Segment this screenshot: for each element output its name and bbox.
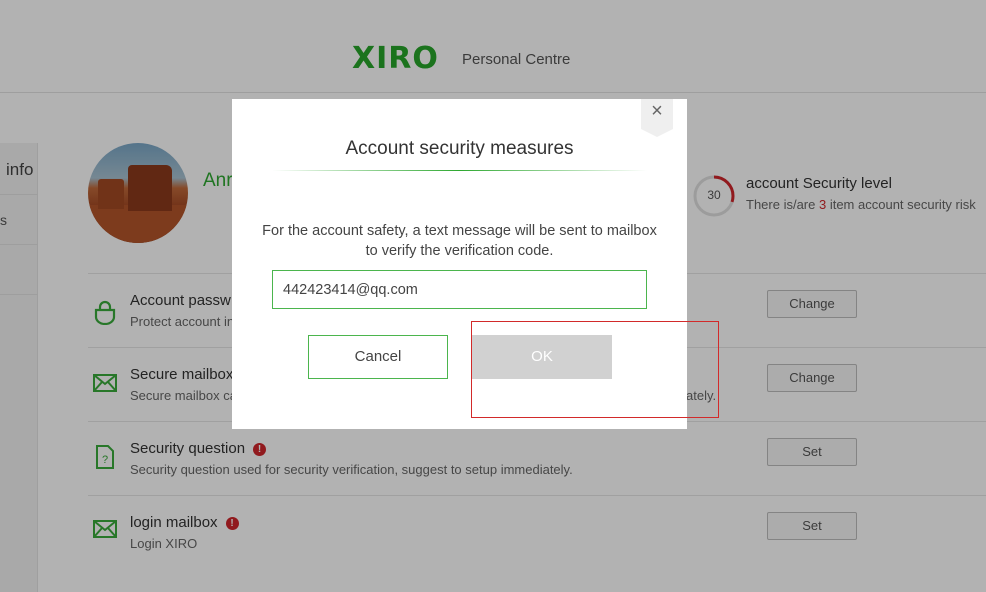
email-field[interactable] — [272, 270, 647, 309]
dialog-title: Account security measures — [345, 138, 574, 159]
title-divider — [272, 170, 647, 171]
dialog-message: For the account safety, a text message w… — [262, 223, 657, 259]
close-icon[interactable]: × — [641, 99, 673, 123]
highlight-box — [471, 321, 719, 418]
cancel-button[interactable]: Cancel — [308, 335, 448, 379]
